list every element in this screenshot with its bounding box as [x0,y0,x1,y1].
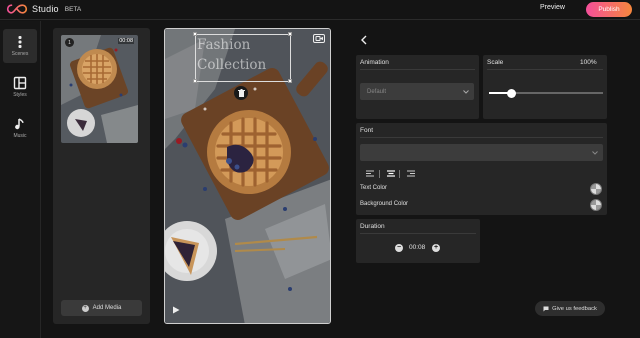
overlay-text-line-1: Fashion [197,37,251,53]
nav-label-music: Music [13,133,27,139]
animation-select-value: Default [367,88,387,95]
plus-icon: + [81,304,89,312]
resize-handle-bottom-right[interactable] [288,79,292,83]
resize-handle-bottom-left[interactable] [193,79,197,83]
align-right-icon[interactable] [407,170,415,177]
font-select[interactable] [360,144,603,161]
text-overlay-box[interactable]: Fashion Collection [195,34,291,82]
preview-button[interactable]: Preview [540,4,565,11]
left-sidebar: Scenes Styles Music [0,21,41,338]
chevron-down-icon [592,150,598,155]
top-bar: Studio BETA Preview Publish [0,0,640,20]
scene-thumbnail[interactable]: 1 00:08 [61,35,138,143]
duration-title: Duration [360,223,385,230]
divider [399,170,400,178]
nav-item-styles[interactable]: Styles [3,70,37,104]
add-media-label: Add Media [92,305,122,311]
app-name: Studio [32,4,59,14]
resize-handle-top-left[interactable] [193,32,197,36]
text-color-swatch[interactable] [590,183,602,195]
add-media-button[interactable]: + Add Media [61,300,142,316]
layout-icon [13,76,27,90]
feedback-label: Give us feedback [552,305,597,312]
duration-value: 00:08 [409,244,426,251]
scene-number-badge: 1 [65,38,74,47]
resize-handle-top-right[interactable] [288,32,292,36]
font-title: Font [360,127,374,134]
nav-label-styles: Styles [13,92,27,98]
text-color-label: Text Color [360,185,388,191]
nav-item-scenes[interactable]: Scenes [3,29,37,63]
background-color-swatch[interactable] [590,199,602,211]
nav-label-scenes: Scenes [11,51,29,57]
camera-icon[interactable] [313,33,325,43]
animation-select[interactable]: Default [360,83,474,100]
animation-panel: Animation Default [356,55,479,119]
divider [360,233,476,234]
beta-badge: BETA [64,5,82,13]
logo: Studio BETA [6,3,81,15]
scenes-panel: 1 00:08 + Add Media [53,28,150,324]
divider [487,69,603,70]
scene-duration: 00:08 [118,38,134,44]
animation-title: Animation [360,59,389,66]
divider [360,69,475,70]
music-note-icon [15,118,24,130]
chevron-down-icon [463,89,469,94]
scale-slider-thumb[interactable] [507,88,517,98]
scale-title: Scale [487,59,504,66]
publish-button[interactable]: Publish [586,2,632,17]
duration-decrease-button[interactable]: − [395,244,403,252]
align-center-icon[interactable] [387,170,395,177]
infinity-logo-icon [6,4,28,14]
trash-icon [237,89,245,97]
scale-value: 100% [580,59,597,66]
duration-increase-button[interactable]: + [432,244,440,252]
play-icon[interactable] [172,306,180,314]
scenes-icon [18,36,22,48]
chat-bubble-icon [543,306,549,311]
overlay-text-line-2: Collection [197,57,267,73]
align-left-icon[interactable] [366,170,374,177]
divider [379,170,380,178]
back-chevron-icon[interactable] [360,35,368,45]
divider [360,137,603,138]
duration-panel: Duration [356,219,480,263]
nav-item-music[interactable]: Music [3,111,37,145]
feedback-button[interactable]: Give us feedback [535,301,605,316]
delete-text-button[interactable] [234,86,248,100]
berry-pie-thumbnail-image [61,35,138,143]
background-color-label: Background Color [360,201,409,207]
